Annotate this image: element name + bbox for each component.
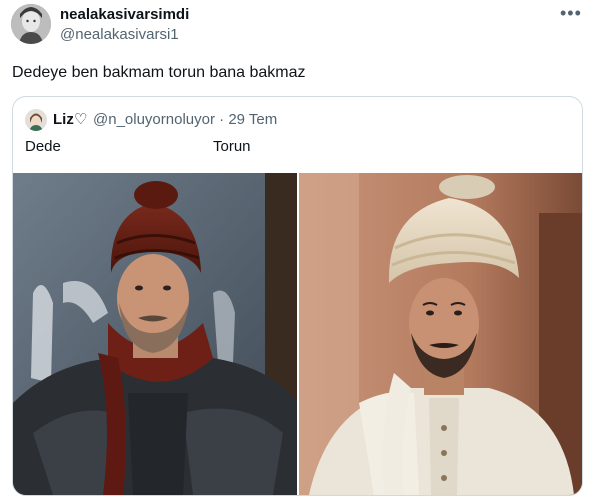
tweet-text: Dedeye ben bakmam torun bana bakmaz <box>12 64 306 81</box>
author-display-name[interactable]: nealakasivarsimdi <box>60 6 189 24</box>
quote-author-avatar[interactable] <box>25 109 47 131</box>
meta-separator: · <box>219 111 225 128</box>
author-avatar[interactable] <box>11 4 51 44</box>
quote-author-meta: @n_oluyornoluyor · 29 Tem <box>93 111 277 129</box>
quote-author-name-text: Liz <box>53 111 74 128</box>
quote-date[interactable]: 29 Tem <box>228 111 277 128</box>
heart-outline-icon: ♡ <box>73 111 88 128</box>
author-handle[interactable]: @nealakasivarsi1 <box>60 26 179 44</box>
portrait-avatar-small-icon <box>25 109 47 131</box>
photo-torun[interactable] <box>299 173 582 495</box>
portrait-avatar-icon <box>11 4 51 44</box>
quoted-tweet-card[interactable]: Liz♡ @n_oluyornoluyor · 29 Tem Dede Toru… <box>12 96 583 496</box>
quote-label-torun: Torun <box>213 138 251 155</box>
portrait-young-man-image <box>299 173 582 495</box>
photo-dede[interactable] <box>13 173 297 495</box>
quote-author-name[interactable]: Liz♡ <box>53 111 87 129</box>
portrait-warrior-image <box>13 173 297 495</box>
more-options-icon[interactable]: ••• <box>560 4 582 22</box>
quote-label-dede: Dede <box>25 138 61 155</box>
quote-author-handle[interactable]: @n_oluyornoluyor <box>93 111 215 128</box>
